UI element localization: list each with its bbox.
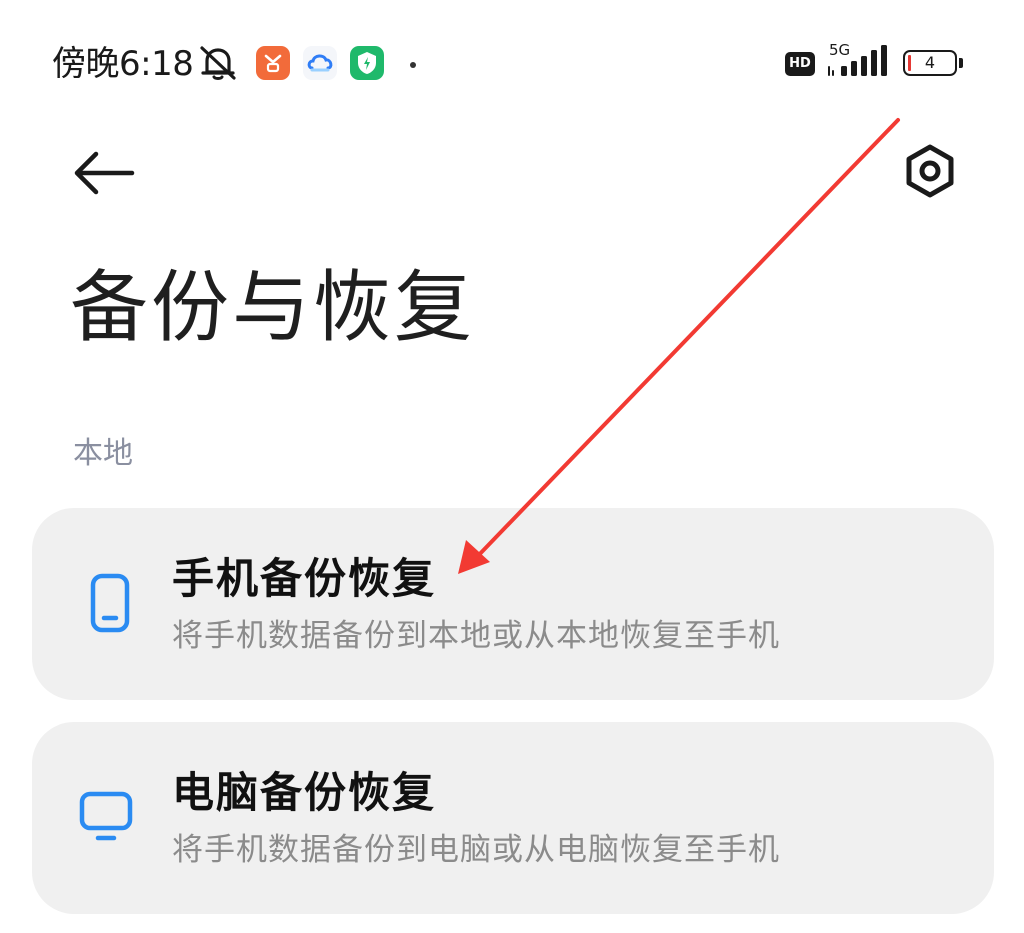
- signal-strength-icon: [828, 45, 887, 76]
- settings-hexagon-icon: [906, 144, 954, 198]
- pc-backup-subtitle: 将手机数据备份到电脑或从电脑恢复至手机: [172, 832, 780, 868]
- status-bar: 傍晚6:18 HD 5G 4: [0, 0, 1024, 120]
- back-arrow-icon: [74, 151, 135, 195]
- status-time: 傍晚6:18: [52, 44, 194, 84]
- settings-button[interactable]: [896, 138, 964, 206]
- app-notification-icon: [256, 46, 290, 80]
- hd-voice-badge: HD: [785, 52, 815, 76]
- shield-app-icon: [350, 46, 384, 80]
- monitor-icon: [79, 791, 133, 841]
- phone-backup-subtitle: 将手机数据备份到本地或从本地恢复至手机: [172, 618, 780, 654]
- battery-level-text: 4: [924, 53, 936, 72]
- back-button[interactable]: [66, 140, 138, 204]
- more-notifications-dot: [410, 62, 416, 68]
- phone-icon: [90, 573, 130, 633]
- battery-cap: [959, 58, 963, 68]
- backup-restore-screen: 傍晚6:18 HD 5G 4 备份与恢复 本地 手机备份恢复 将手机数据备份到本…: [0, 0, 1024, 933]
- section-label-local: 本地: [73, 436, 133, 471]
- battery-indicator: 4: [903, 50, 957, 76]
- phone-backup-restore-item[interactable]: 手机备份恢复 将手机数据备份到本地或从本地恢复至手机: [32, 508, 994, 700]
- page-title: 备份与恢复: [70, 263, 476, 353]
- cloud-app-icon: [303, 46, 337, 80]
- mute-bell-icon: [200, 46, 236, 80]
- pc-backup-restore-item[interactable]: 电脑备份恢复 将手机数据备份到电脑或从电脑恢复至手机: [32, 722, 994, 914]
- phone-backup-title: 手机备份恢复: [172, 554, 437, 603]
- pc-backup-title: 电脑备份恢复: [172, 768, 437, 817]
